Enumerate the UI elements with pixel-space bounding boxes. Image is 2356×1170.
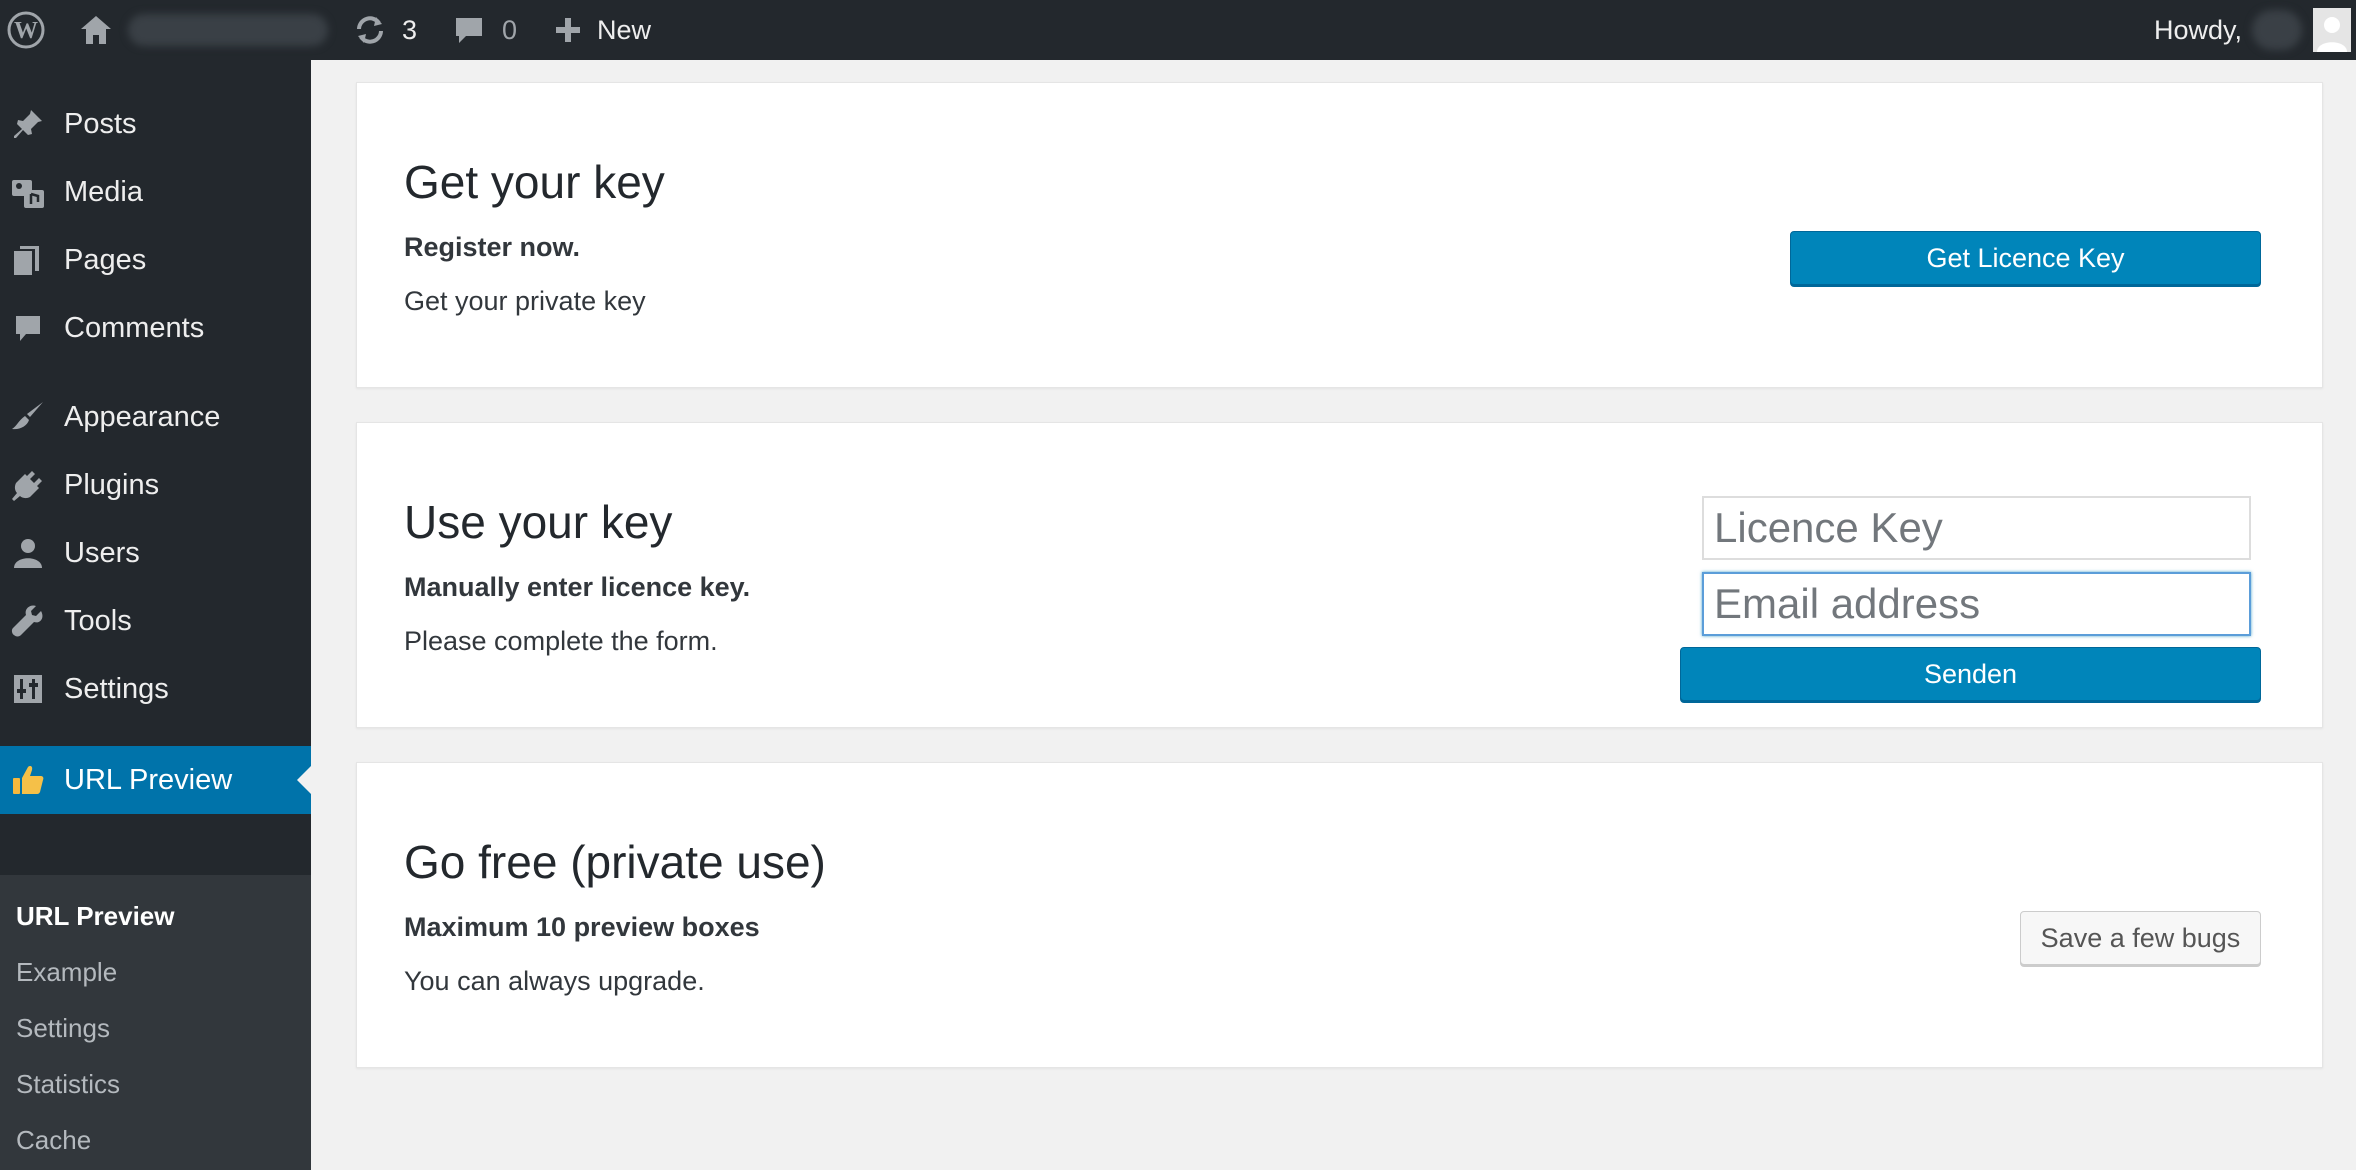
comment-icon (10, 310, 46, 346)
sidebar-item-label: Appearance (64, 400, 221, 433)
sidebar-item-media[interactable]: Media (0, 160, 311, 224)
comment-bubble-icon (452, 13, 486, 47)
get-licence-key-button[interactable]: Get Licence Key (1790, 231, 2261, 285)
updates-count: 3 (402, 14, 418, 45)
username-redacted (2252, 10, 2302, 50)
avatar[interactable] (2313, 8, 2351, 52)
url-preview-submenu: URL Preview Example Settings Statistics … (0, 875, 311, 1170)
sidebar-item-settings[interactable]: Settings (0, 657, 311, 721)
submenu-item-cache[interactable]: Cache (16, 1125, 91, 1156)
pin-icon (10, 106, 46, 142)
panel-title: Use your key (404, 496, 673, 548)
submenu-item-statistics[interactable]: Statistics (16, 1069, 120, 1100)
user-icon (10, 535, 46, 571)
sidebar-item-comments[interactable]: Comments (0, 296, 311, 360)
paintbrush-icon (10, 399, 46, 435)
comments-link[interactable]: 0 (452, 0, 517, 60)
sidebar-item-label: Media (64, 175, 143, 208)
panel-subtitle: Maximum 10 preview boxes (404, 912, 760, 942)
new-content-link[interactable]: New (553, 0, 651, 60)
panel-description: Get your private key (404, 286, 646, 316)
save-a-few-bugs-button[interactable]: Save a few bugs (2020, 911, 2261, 965)
refresh-icon (352, 12, 388, 48)
go-free-panel: Go free (private use) Maximum 10 preview… (356, 762, 2323, 1068)
sidebar-item-label: Settings (64, 672, 169, 705)
home-icon[interactable] (78, 0, 114, 60)
sidebar-item-plugins[interactable]: Plugins (0, 453, 311, 517)
sidebar-item-label: Tools (64, 604, 132, 637)
sidebar-item-label: Users (64, 536, 140, 569)
comments-count: 0 (502, 14, 518, 45)
panel-title: Go free (private use) (404, 836, 826, 888)
use-key-panel: Use your key Manually enter licence key.… (356, 422, 2323, 728)
panel-subtitle: Manually enter licence key. (404, 572, 751, 602)
panel-description: Please complete the form. (404, 626, 718, 656)
sidebar-item-url-preview[interactable]: URL Preview (0, 746, 311, 814)
svg-text:W: W (14, 18, 38, 44)
senden-button[interactable]: Senden (1680, 647, 2261, 701)
submenu-item-example[interactable]: Example (16, 957, 117, 988)
sidebar-item-label: Pages (64, 243, 147, 276)
sidebar-item-label: URL Preview (64, 763, 233, 796)
sidebar-item-posts[interactable]: Posts (0, 92, 311, 156)
panel-title: Get your key (404, 156, 665, 208)
pages-icon (10, 242, 46, 278)
media-icon (10, 174, 46, 210)
submenu-item-url-preview[interactable]: URL Preview (16, 901, 174, 932)
wrench-icon (10, 603, 46, 639)
site-name-redacted[interactable] (128, 14, 328, 46)
panel-subtitle: Register now. (404, 232, 581, 262)
new-label: New (597, 14, 652, 45)
howdy-label: Howdy, (2154, 14, 2243, 45)
thumbs-up-icon (10, 762, 46, 798)
sliders-icon (10, 671, 46, 707)
sidebar-item-label: Plugins (64, 468, 160, 501)
plug-icon (10, 467, 46, 503)
wordpress-logo-icon[interactable]: W (6, 0, 46, 60)
get-key-panel: Get your key Register now. Get your priv… (356, 82, 2323, 388)
plus-icon (553, 15, 583, 45)
admin-sidebar: Posts Media Pages Comments Appearance Pl… (0, 60, 311, 1170)
licence-key-input[interactable] (1702, 496, 2251, 560)
current-menu-arrow (297, 766, 311, 794)
email-input[interactable] (1702, 572, 2251, 636)
sidebar-item-label: Posts (64, 107, 137, 140)
admin-bar: W 3 0 New Howdy, (0, 0, 2356, 60)
my-account-link[interactable]: Howdy, (2154, 0, 2242, 60)
panel-description: You can always upgrade. (404, 966, 705, 996)
sidebar-item-label: Comments (64, 311, 205, 344)
submenu-item-settings[interactable]: Settings (16, 1013, 110, 1044)
sidebar-item-users[interactable]: Users (0, 521, 311, 585)
sidebar-item-tools[interactable]: Tools (0, 589, 311, 653)
updates-link[interactable]: 3 (352, 0, 417, 60)
sidebar-item-appearance[interactable]: Appearance (0, 385, 311, 449)
sidebar-item-pages[interactable]: Pages (0, 228, 311, 292)
